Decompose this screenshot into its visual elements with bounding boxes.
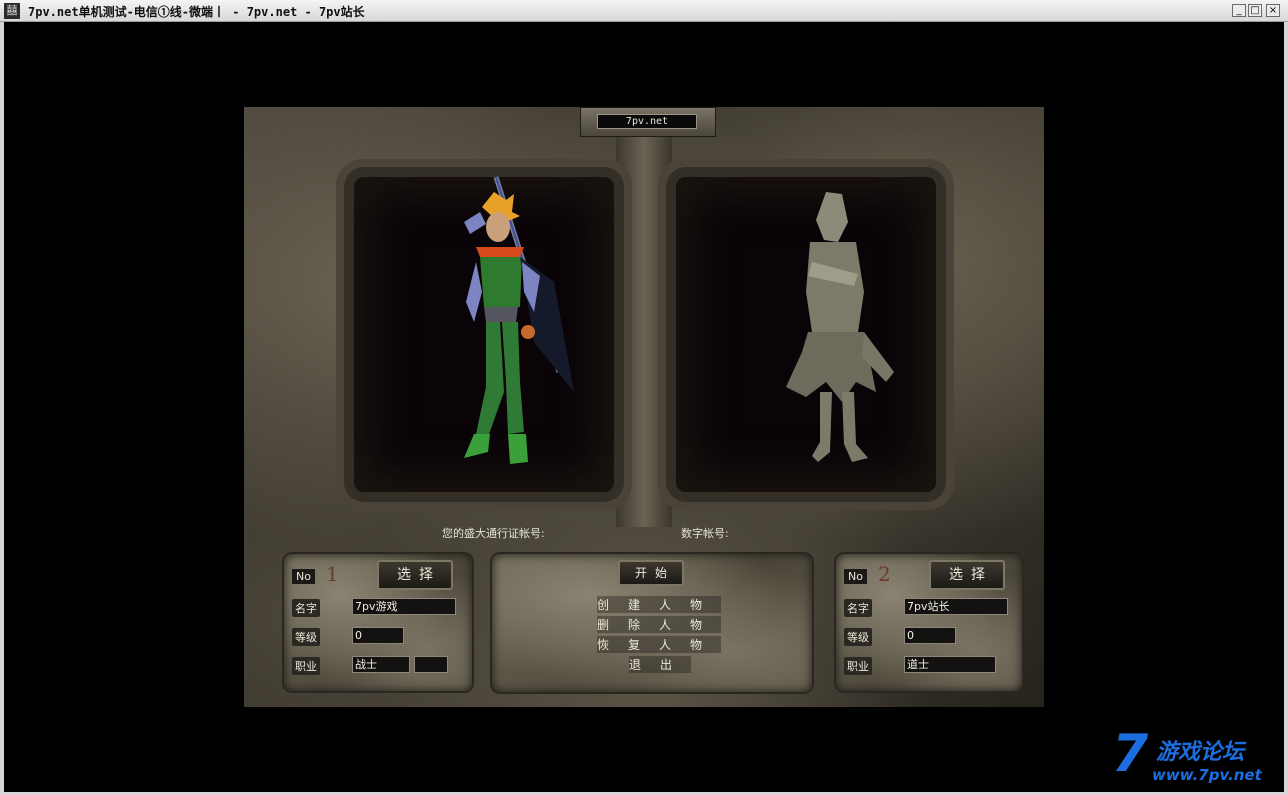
- slot-1-number: 1: [326, 562, 339, 586]
- shanda-account-label: 您的盛大通行证帐号:: [442, 527, 545, 540]
- slot-2-number: 2: [878, 562, 891, 586]
- app-icon[interactable]: 囍: [4, 3, 20, 19]
- character-slot-1: No 1 选择 名字 7pv游戏 等级 0 职业 战士: [284, 554, 472, 691]
- character-alcove-right[interactable]: [676, 177, 936, 492]
- slot-1-name-label: 名字: [292, 599, 320, 617]
- character-select-screen: 7pv.net 您的盛大通行证帐号: 数字帐号: No 1 选择 名字 7pv游…: [244, 107, 1044, 707]
- watermark-url: www.7pv.net: [1152, 766, 1262, 784]
- character-alcove-left[interactable]: [354, 176, 614, 492]
- slot-1-select-button[interactable]: 选择: [377, 560, 453, 590]
- slot-1-no-label: No: [292, 569, 315, 584]
- slot-2-no-label: No: [844, 569, 867, 584]
- window-titlebar[interactable]: 囍 7pv.net单机测试-电信①线-微端丨 - 7pv.net - 7pv站长…: [0, 0, 1288, 22]
- slot-2-select-button[interactable]: 选择: [929, 560, 1005, 590]
- restore-character-button[interactable]: 恢复人物: [597, 636, 722, 653]
- slot-2-name-field: 7pv站长: [904, 598, 1008, 615]
- maximize-button[interactable]: □: [1248, 4, 1262, 17]
- slot-1-name-field: 7pv游戏: [352, 598, 456, 615]
- minimize-button[interactable]: _: [1232, 4, 1246, 17]
- site-watermark: 7 游戏论坛 www.7pv.net: [1112, 724, 1280, 786]
- window-title: 7pv.net单机测试-电信①线-微端丨 - 7pv.net - 7pv站长: [28, 5, 365, 19]
- taoist-statue-character[interactable]: [746, 182, 926, 502]
- server-plate: 7pv.net: [580, 107, 716, 137]
- slot-2-name-label: 名字: [844, 599, 872, 617]
- watermark-name: 游戏论坛: [1156, 740, 1245, 765]
- window-frame-right: [1284, 22, 1288, 795]
- slot-1-job-label: 职业: [292, 657, 320, 675]
- slot-2-level-field: 0: [904, 627, 956, 644]
- window-frame-left: [0, 22, 4, 795]
- create-character-button[interactable]: 创建人物: [597, 596, 722, 613]
- slot-1-job-field: 战士: [352, 656, 410, 673]
- exit-button[interactable]: 退出: [629, 656, 692, 673]
- server-name: 7pv.net: [597, 114, 697, 129]
- watermark-logo: 7: [1112, 724, 1149, 784]
- slot-1-level-field: 0: [352, 627, 404, 644]
- slot-2-job-field: 道士: [904, 656, 996, 673]
- delete-character-button[interactable]: 删除人物: [597, 616, 722, 633]
- character-slot-2: No 2 选择 名字 7pv站长 等级 0 职业 道士: [836, 554, 1022, 691]
- slot-2-level-label: 等级: [844, 628, 872, 646]
- slot-1-job-extra-field: [414, 656, 448, 673]
- digital-account-label: 数字帐号:: [681, 527, 729, 540]
- warrior-character[interactable]: [424, 172, 604, 492]
- close-button[interactable]: ×: [1266, 4, 1280, 17]
- slot-2-job-label: 职业: [844, 657, 872, 675]
- slot-1-level-label: 等级: [292, 628, 320, 646]
- start-button[interactable]: 开始: [618, 560, 684, 586]
- stone-pillar: [616, 137, 672, 527]
- main-menu-panel: 开始 创建人物 删除人物 恢复人物 退出: [492, 554, 812, 692]
